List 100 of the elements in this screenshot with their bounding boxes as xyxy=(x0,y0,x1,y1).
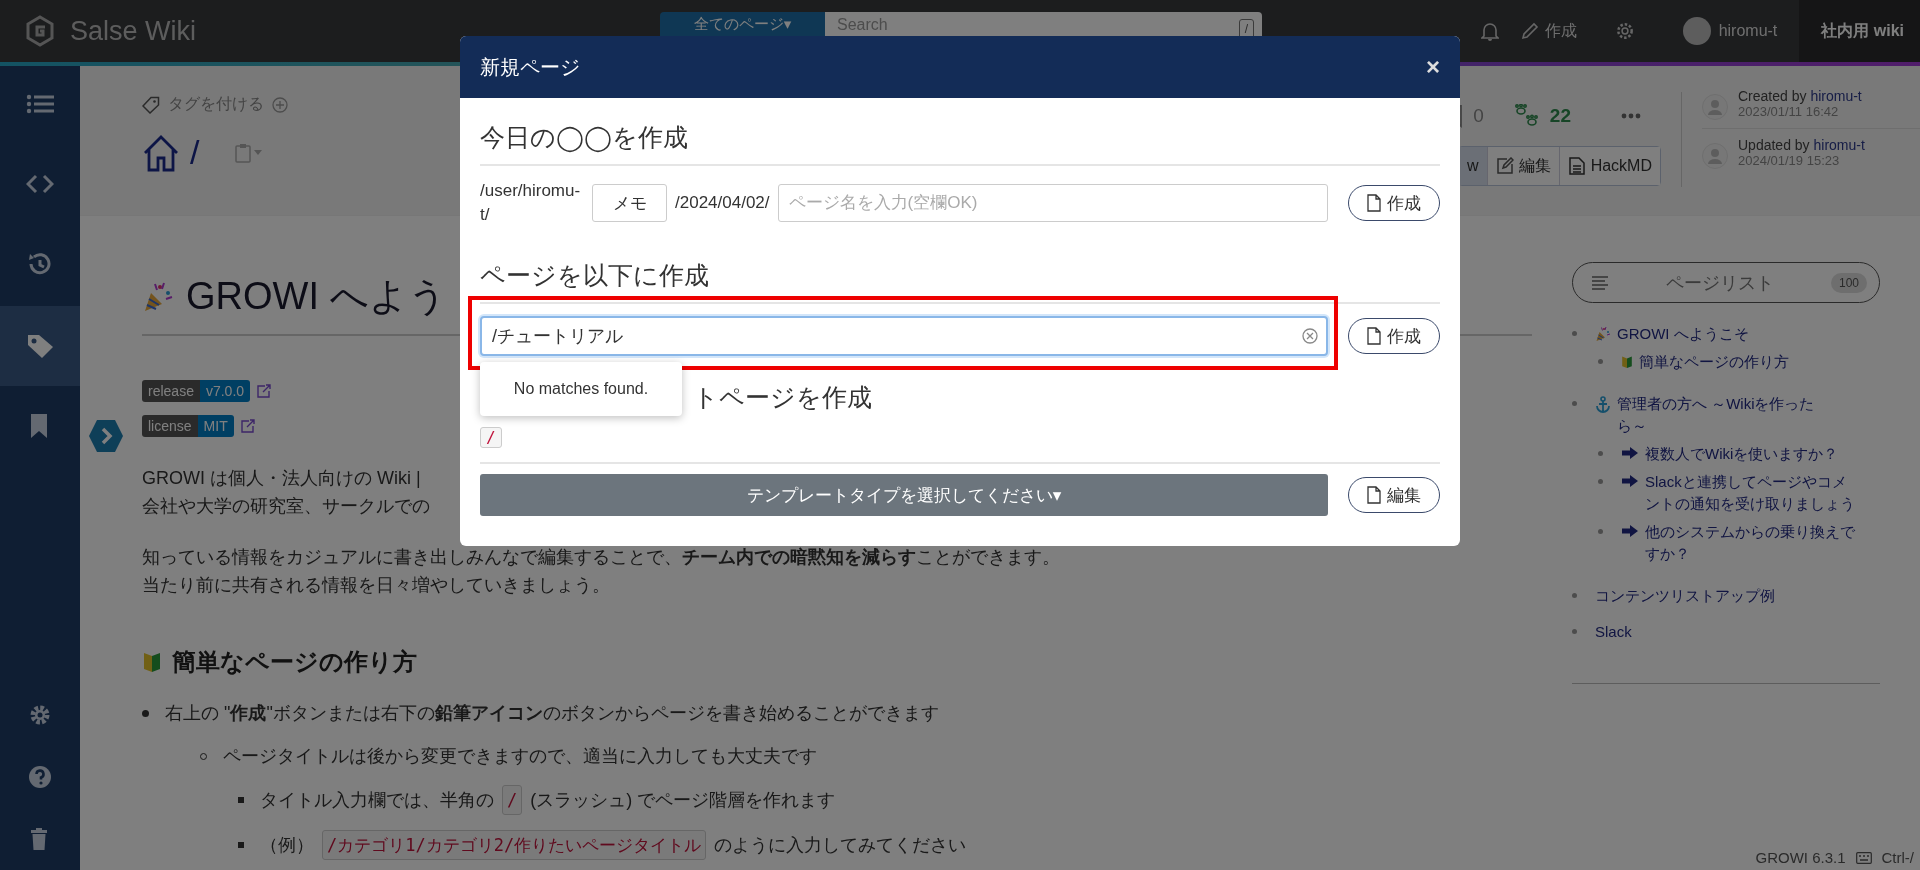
brand-name[interactable]: Salse Wiki xyxy=(70,15,197,47)
version-text: GROWI 6.3.1 xyxy=(1755,849,1846,866)
shortcut-hint[interactable]: Ctrl-/ xyxy=(1881,849,1914,866)
bullet-marker xyxy=(238,842,244,848)
page-name-input[interactable]: ページ名を入力(空欄OK) xyxy=(777,184,1328,222)
bullet-marker xyxy=(1598,359,1603,364)
caret-icon xyxy=(254,150,263,155)
beginner-mark-icon xyxy=(1621,354,1633,370)
path-input[interactable]: /チュートリアル xyxy=(480,316,1328,356)
file-icon xyxy=(1367,194,1381,212)
wiki-name[interactable]: 社内用 wiki xyxy=(1799,0,1920,62)
expand-sidebar-icon[interactable] xyxy=(88,419,124,453)
page-link[interactable]: 他のシステムからの乗り換えですか？ xyxy=(1645,521,1855,565)
bullet-marker xyxy=(142,709,149,717)
lines-icon xyxy=(1591,274,1609,291)
bullet-marker xyxy=(238,797,244,803)
party-popper-icon xyxy=(1595,326,1611,342)
clipboard-icon xyxy=(235,142,252,163)
section-heading: トページを作成 xyxy=(693,383,872,411)
section-heading: 今日の◯◯を作成 xyxy=(480,98,1440,166)
page-link[interactable]: Slack xyxy=(1595,621,1805,643)
bullet-marker xyxy=(1572,331,1577,336)
page-link[interactable]: 複数人でWikiを使いますか？ xyxy=(1645,443,1855,465)
inline-code: /カテゴリ1/カテゴリ2/作りたいページタイトル xyxy=(322,830,707,860)
anchor-icon xyxy=(1595,396,1611,414)
copy-dropdown[interactable] xyxy=(235,142,263,163)
section-heading: 簡単なページの作り方 xyxy=(172,647,417,677)
page-list-button[interactable]: ページリスト 100 xyxy=(1572,262,1880,303)
page-link[interactable]: 管理者の方へ ～Wikiを作ったら～ xyxy=(1617,393,1827,437)
document-icon xyxy=(1567,157,1586,175)
author-action: Updated by xyxy=(1738,137,1811,153)
edit-button[interactable]: 編集 xyxy=(1348,477,1440,513)
logo-icon xyxy=(24,15,56,47)
inline-code: / xyxy=(502,785,523,815)
page-link[interactable]: Slackと連携してページやコメントの通知を受け取りましょう xyxy=(1645,471,1855,515)
bullet-marker xyxy=(1572,401,1577,406)
like-count: 22 xyxy=(1549,105,1571,127)
page-title: GROWI へよう xyxy=(186,274,447,319)
bullet-marker xyxy=(1598,479,1603,484)
arrow-icon xyxy=(1621,524,1639,538)
paragraph-line: GROWI は個人・法人向けの Wiki | xyxy=(142,467,421,490)
arrow-icon xyxy=(1621,446,1639,460)
help-icon[interactable] xyxy=(28,765,52,789)
tag-icon xyxy=(142,95,160,114)
bullet-marker xyxy=(1598,529,1603,534)
external-link-icon[interactable] xyxy=(239,418,256,434)
tag-icon xyxy=(26,332,54,360)
page-path: / xyxy=(190,133,200,172)
avatar xyxy=(1682,17,1711,45)
page-link[interactable]: GROWI へようこそ xyxy=(1617,323,1827,345)
settings-icon[interactable] xyxy=(1614,21,1635,41)
author-action: Created by xyxy=(1738,88,1808,104)
add-icon[interactable] xyxy=(272,96,288,113)
paragraph-line: 知っている情報をカジュアルに書き出しみんなで編集することで、チーム内での暗黙知を減らすことができます。 xyxy=(142,546,1060,569)
pencil-icon xyxy=(1520,22,1539,40)
page-link[interactable]: 簡単なページの作り方 xyxy=(1639,351,1849,373)
avatar-icon xyxy=(1702,94,1728,120)
sidebar-item[interactable] xyxy=(0,306,80,386)
memo-field[interactable]: メモ xyxy=(592,184,667,222)
list-text: 右上の "作成"ボタンまたは右下の鉛筆アイコンのボタンからページを書き始めることができます xyxy=(165,702,939,725)
create-button[interactable]: 作成 xyxy=(1348,318,1440,354)
paragraph-line: 当たり前に共有される情報を日々増やしていきましょう。 xyxy=(142,574,610,597)
user-menu[interactable]: hiromu-t xyxy=(1682,17,1778,45)
bullet-marker xyxy=(1572,629,1577,634)
close-button[interactable]: × xyxy=(1426,53,1440,81)
list-text: のように入力してみてください xyxy=(714,834,967,857)
file-icon xyxy=(1367,486,1381,504)
paws-icon[interactable] xyxy=(1513,104,1540,128)
bullet-marker xyxy=(1598,451,1603,456)
settings-icon[interactable] xyxy=(28,703,52,727)
more-icon[interactable] xyxy=(1621,113,1641,119)
bell-icon[interactable] xyxy=(1480,21,1499,41)
arrow-icon xyxy=(1621,474,1639,488)
file-icon xyxy=(1367,327,1381,345)
section-heading: ページを以下に作成 xyxy=(480,247,1440,304)
user-link[interactable]: hiromu-t xyxy=(1813,137,1865,153)
modal-title: 新規ページ xyxy=(480,54,581,80)
party-popper-icon xyxy=(142,280,174,313)
avatar-icon xyxy=(1702,143,1728,169)
external-link-icon[interactable] xyxy=(256,383,273,399)
bullet-marker xyxy=(1572,593,1577,598)
user-link[interactable]: hiromu-t xyxy=(1810,88,1862,104)
date-path: /2024/04/02/ xyxy=(675,193,770,213)
list-text: タイトル入力欄では、半角の xyxy=(260,789,494,812)
edit-icon xyxy=(1495,157,1514,175)
page-link[interactable]: コンテンツリストアップ例 xyxy=(1595,585,1805,607)
create-link[interactable]: 作成 xyxy=(1520,20,1577,42)
list-text: ページタイトルは後から変更できますので、適当に入力しても大丈夫です xyxy=(223,745,817,768)
template-dropdown[interactable]: テンプレートタイプを選択してください▾ xyxy=(480,474,1328,516)
clear-icon[interactable] xyxy=(1302,328,1318,344)
inline-code: / xyxy=(480,426,502,448)
beginner-mark-icon xyxy=(142,650,162,674)
keyboard-icon xyxy=(1855,851,1872,864)
view-button[interactable]: w xyxy=(1459,147,1488,185)
list-text: (スラッシュ) でページ階層を作れます xyxy=(530,789,836,812)
paragraph-line: 会社や大学の研究室、サークルでの xyxy=(142,495,430,518)
home-icon[interactable] xyxy=(142,133,180,172)
create-button[interactable]: 作成 xyxy=(1348,185,1440,221)
path-prefix: /user/hiromu-t/ xyxy=(480,180,582,226)
page-count: 100 xyxy=(1830,272,1867,293)
